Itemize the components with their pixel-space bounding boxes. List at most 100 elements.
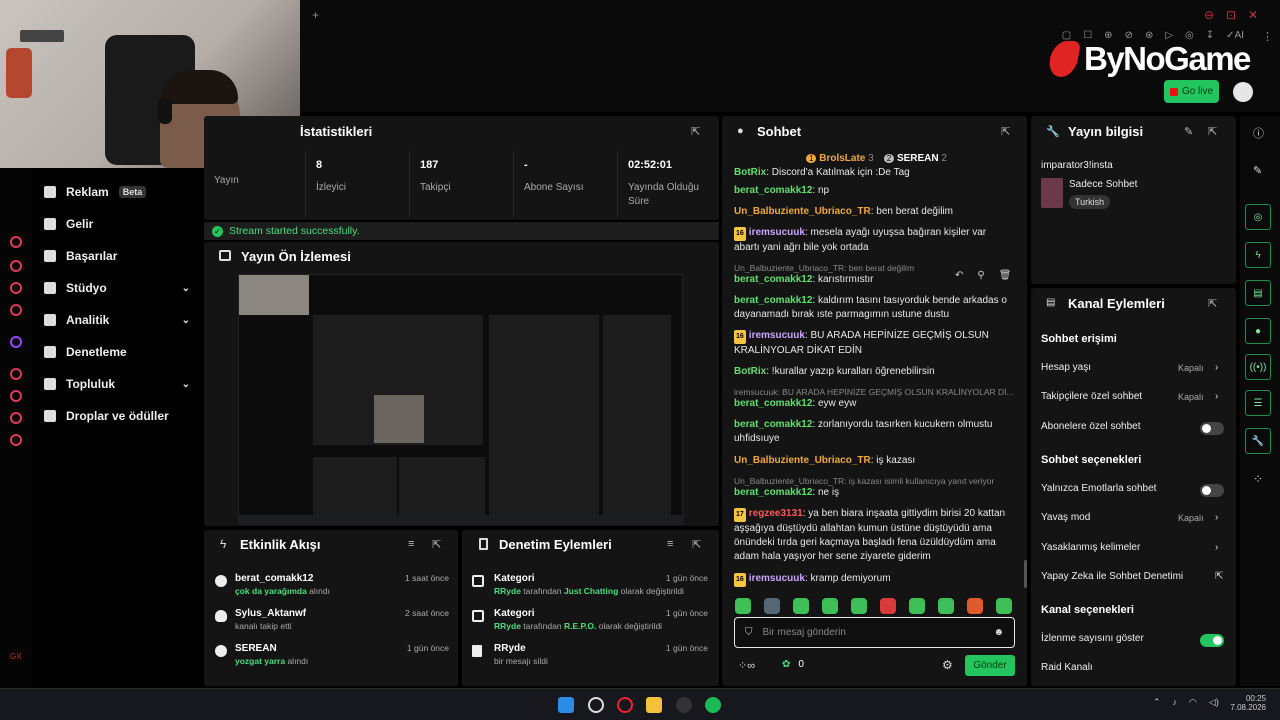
chevron-up-icon[interactable]: ⌃ xyxy=(1153,697,1161,708)
sidebar-app-icon-1[interactable] xyxy=(10,236,22,248)
setting-toggle[interactable] xyxy=(1200,484,1224,497)
expand-icon[interactable]: ⇱ xyxy=(692,538,701,551)
chat-username[interactable]: berat_comakk12 xyxy=(734,398,812,409)
chat-message[interactable]: berat_comakk12: eyw eyw xyxy=(734,397,1014,411)
emote-icon[interactable] xyxy=(793,598,809,614)
clock[interactable]: 00:25 7.08.2026 xyxy=(1226,694,1266,712)
emote-icon[interactable] xyxy=(880,598,896,614)
setting-label[interactable]: Yasaklanmış kelimeler xyxy=(1041,542,1140,553)
nav-reklam[interactable]: Reklam Beta xyxy=(44,185,194,199)
chat-message[interactable]: 17 regzee3131: ya ben biara inşaata gitti… xyxy=(734,507,1014,564)
nav-topluluk[interactable]: Topluluk ⌄ xyxy=(44,377,194,391)
send-button[interactable]: Gönder xyxy=(965,655,1015,676)
chat-message[interactable]: berat_comakk12: zorlanıyordu tasırken ku… xyxy=(734,418,1014,446)
setting-toggle[interactable] xyxy=(1200,422,1224,435)
sidebar-app-icon-7[interactable] xyxy=(10,412,22,424)
chat-message[interactable]: 16 iremsucuuk: kramp demiyorum xyxy=(734,572,1014,587)
chat-scrollbar[interactable] xyxy=(1024,560,1027,588)
chat-username[interactable]: Un_Balbuziente_Ubriaco_TR xyxy=(734,455,871,466)
emote-icon[interactable] xyxy=(764,598,780,614)
user-avatar[interactable] xyxy=(1233,82,1253,102)
chat-username[interactable]: iremsucuuk xyxy=(749,227,805,238)
expand-icon[interactable]: ⇱ xyxy=(1001,125,1010,138)
nav-studyo[interactable]: Stüdyo ⌄ xyxy=(44,281,194,295)
rail-camera-button[interactable]: ◎ xyxy=(1245,204,1271,230)
moderation-item[interactable]: Kategori RRyde tarafından Just Chatting … xyxy=(472,573,708,596)
emote-icon[interactable] xyxy=(938,598,954,614)
brand-logo[interactable]: ByNoGame xyxy=(1046,40,1251,78)
rail-document-button[interactable]: ▤ xyxy=(1245,280,1271,306)
expand-icon[interactable]: ⇱ xyxy=(432,538,441,551)
emote-icon[interactable] xyxy=(909,598,925,614)
chat-username[interactable]: berat_comakk12 xyxy=(734,487,812,498)
settings-icon[interactable] xyxy=(10,434,22,446)
setting-toggle[interactable] xyxy=(1200,634,1224,647)
emote-icon[interactable] xyxy=(822,598,838,614)
sidebar-app-icon-5[interactable] xyxy=(10,368,22,380)
chevron-right-icon[interactable]: › xyxy=(1215,542,1218,553)
setting-label[interactable]: Takipçilere özel sohbet xyxy=(1041,391,1142,402)
expand-icon[interactable]: ⇱ xyxy=(1208,125,1217,138)
filter-icon[interactable]: ≡ xyxy=(667,538,673,550)
emote-icon[interactable] xyxy=(851,598,867,614)
close-icon[interactable]: ✕ xyxy=(1248,8,1258,22)
nav-droplar[interactable]: Droplar ve ödüller xyxy=(44,409,194,423)
wifi-icon[interactable]: ◠ xyxy=(1189,697,1197,708)
restore-icon[interactable]: ⊡ xyxy=(1226,8,1236,22)
nav-analitik[interactable]: Analitik ⌄ xyxy=(44,313,194,327)
chat-username[interactable]: berat_comakk12 xyxy=(734,185,812,196)
info-icon[interactable]: ⓘ xyxy=(1253,125,1264,141)
chat-username[interactable]: iremsucuuk xyxy=(749,573,805,584)
twitch-icon[interactable] xyxy=(10,336,22,348)
rail-lightning-button[interactable]: ϟ xyxy=(1245,242,1271,268)
windows-start-icon[interactable] xyxy=(558,697,574,713)
top-chatter-1[interactable]: 1 BrolsLate 3 xyxy=(806,153,874,164)
edit-icon[interactable]: ✎ xyxy=(1184,125,1193,138)
activity-item[interactable]: Sylus_Aktanwf kanalı takip etti 2 saat ö… xyxy=(215,608,449,631)
rail-list-button[interactable]: ☰ xyxy=(1245,390,1271,416)
obs-icon[interactable] xyxy=(676,697,692,713)
sidebar-app-icon-2[interactable] xyxy=(10,260,22,272)
chat-input[interactable]: Bir mesaj gönderin xyxy=(763,627,984,638)
rail-wrench-button[interactable]: 🔧 xyxy=(1245,428,1271,454)
new-tab-button[interactable]: + xyxy=(312,8,319,22)
expand-icon[interactable]: ⇱ xyxy=(1208,297,1217,310)
chat-message[interactable]: Un_Balbuziente_Ubriaco_TR: iş kazası xyxy=(734,454,1014,468)
moderation-item[interactable]: RRyde bir mesajı sildi 1 gün önce xyxy=(472,643,708,666)
filter-icon[interactable]: ≡ xyxy=(408,538,414,550)
chat-username[interactable]: berat_comakk12 xyxy=(734,419,812,430)
pencil-icon[interactable]: ✎ xyxy=(1253,164,1262,177)
trash-icon[interactable]: 🗑 xyxy=(999,270,1012,281)
setting-label[interactable]: Raid Kanalı xyxy=(1041,662,1093,673)
chat-username[interactable]: iremsucuuk xyxy=(749,330,805,341)
chevron-right-icon[interactable]: › xyxy=(1215,512,1218,523)
more-menu-icon[interactable]: ⋮ xyxy=(1262,30,1273,43)
expand-icon[interactable]: ⇱ xyxy=(691,125,700,138)
chat-message[interactable]: BotRix: Discord'a Katılmak için :De Tag xyxy=(734,166,1014,180)
setting-label[interactable]: Hesap yaşı xyxy=(1041,362,1091,373)
reply-icon[interactable]: ↶ xyxy=(955,270,963,281)
chat-username[interactable]: berat_comakk12 xyxy=(734,295,812,306)
gear-icon[interactable]: ⚙ xyxy=(942,658,953,672)
chat-username[interactable]: BotRix xyxy=(734,366,766,377)
category-name[interactable]: Sadece Sohbet xyxy=(1069,179,1137,190)
sidebar-app-icon-4[interactable] xyxy=(10,304,22,316)
setting-label[interactable]: Yavaş mod xyxy=(1041,512,1090,523)
emote-icon[interactable] xyxy=(996,598,1012,614)
go-live-button[interactable]: Go live xyxy=(1164,80,1219,103)
pin-icon[interactable]: ⚲ xyxy=(977,270,984,281)
opera-gx-icon[interactable] xyxy=(617,697,633,713)
chevron-right-icon[interactable]: › xyxy=(1215,362,1218,373)
rail-broadcast-button[interactable]: ((•)) xyxy=(1245,354,1271,380)
moderation-item[interactable]: Kategori RRyde tarafından R.E.P.O. olara… xyxy=(472,608,708,631)
chat-message[interactable]: berat_comakk12: kaldırım tasını tasıyord… xyxy=(734,294,1014,322)
minimize-icon[interactable]: ⊖ xyxy=(1204,8,1214,22)
setting-label[interactable]: Yapay Zeka ile Sohbet Denetimi xyxy=(1041,571,1183,582)
share-icon[interactable]: ⁘ xyxy=(1253,472,1263,486)
nav-denetleme[interactable]: Denetleme xyxy=(44,345,194,359)
emote-icon[interactable] xyxy=(967,598,983,614)
chat-username[interactable]: regzee3131 xyxy=(749,508,803,519)
sidebar-app-icon-6[interactable] xyxy=(10,390,22,402)
activity-item[interactable]: SEREAN yozgat yarra alındı 1 gün önce xyxy=(215,643,449,666)
external-link-icon[interactable]: ⇱ xyxy=(1215,571,1223,582)
